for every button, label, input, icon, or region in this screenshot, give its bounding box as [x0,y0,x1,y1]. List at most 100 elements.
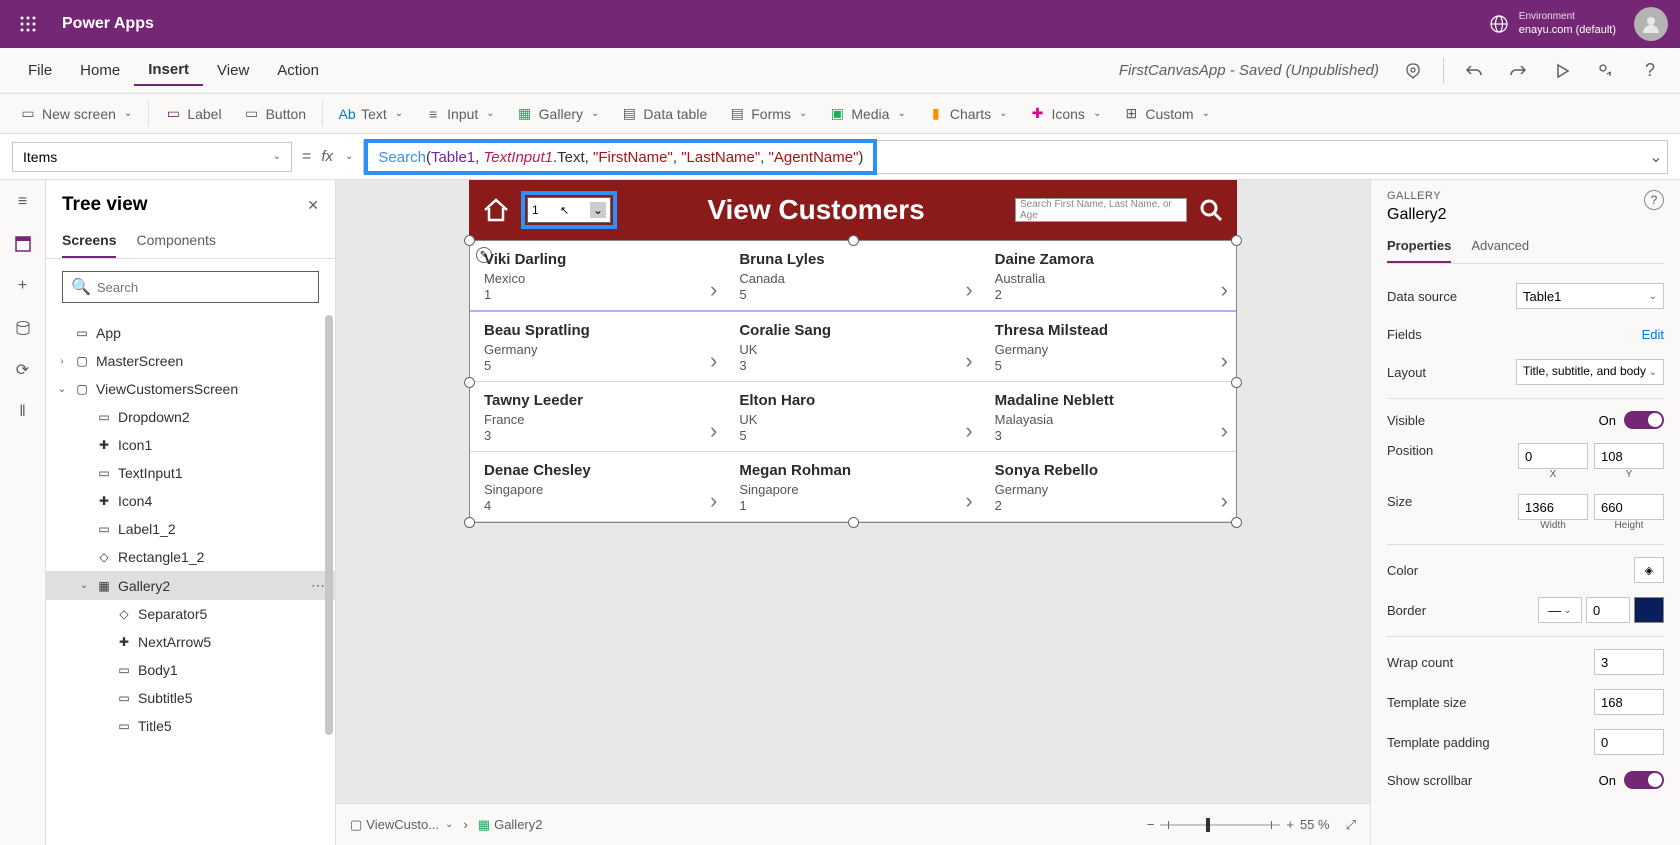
charts-button[interactable]: ▮Charts⌄ [918,102,1018,126]
scrollbar-toggle[interactable] [1624,771,1664,789]
button-button[interactable]: ▭Button [234,102,316,126]
tree-item[interactable]: ✚NextArrow5⋯ [46,628,335,656]
media-icon[interactable]: ⟳ [11,358,35,382]
tree-view-icon[interactable] [11,232,35,256]
datatable-button[interactable]: ▤Data table [611,102,717,126]
chevron-right-icon[interactable]: › [1221,348,1228,374]
tab-advanced[interactable]: Advanced [1471,234,1529,263]
tab-properties[interactable]: Properties [1387,234,1451,263]
gallery-item[interactable]: Beau SpratlingGermany5› [470,312,725,381]
gallery-item[interactable]: Thresa MilsteadGermany5› [981,312,1236,381]
hamburger-icon[interactable]: ≡ [11,190,35,214]
layout-input[interactable]: Title, subtitle, and body⌄ [1516,359,1664,385]
custom-button[interactable]: ⊞Custom⌄ [1113,102,1220,126]
gallery-item[interactable]: Daine ZamoraAustralia2› [981,241,1236,310]
gallery-item[interactable]: Sonya RebelloGermany2› [981,452,1236,521]
media-button[interactable]: ▣Media⌄ [819,102,916,126]
home-icon[interactable] [481,195,511,225]
app-checker-icon[interactable] [1397,55,1429,87]
gallery-item[interactable]: Megan RohmanSingapore1› [725,452,980,521]
templatesize-input[interactable]: 168 [1594,689,1664,715]
tree-search[interactable]: 🔍 [62,271,319,303]
tree-search-input[interactable] [97,280,310,295]
chevron-right-icon[interactable]: › [965,348,972,374]
templatepadding-input[interactable]: 0 [1594,729,1664,755]
close-icon[interactable]: ✕ [307,197,319,214]
tree-item[interactable]: ✚Icon1⋯ [46,431,335,459]
border-width-input[interactable]: 0 [1586,597,1630,623]
text-button[interactable]: AbText⌄ [329,102,413,126]
input-button[interactable]: ≡Input⌄ [415,102,505,126]
border-color-swatch[interactable] [1634,597,1664,623]
fields-edit-link[interactable]: Edit [1642,327,1664,342]
chevron-right-icon[interactable]: › [710,488,717,514]
icons-button[interactable]: ✚Icons⌄ [1019,102,1111,126]
fit-icon[interactable]: ⤢ [1346,817,1356,833]
redo-icon[interactable] [1502,55,1534,87]
gallery-item[interactable]: Madaline NeblettMalayasia3› [981,382,1236,451]
undo-icon[interactable] [1458,55,1490,87]
tree-item[interactable]: ▭App⋯ [46,319,335,347]
waffle-icon[interactable] [12,8,44,40]
gallery-item[interactable]: Viki DarlingMexico1› [470,241,725,310]
search-icon[interactable] [1197,196,1225,224]
tree-item[interactable]: ›▢MasterScreen⋯ [46,347,335,375]
label-button[interactable]: ▭Label [155,102,231,126]
tools-icon[interactable]: ‖ [11,400,35,424]
tree-item[interactable]: ⌄▦Gallery2⋯ [46,571,335,600]
help-icon[interactable]: ? [1644,190,1664,210]
scrollbar[interactable] [325,315,333,735]
help-icon[interactable]: ? [1634,55,1666,87]
tree-item[interactable]: ▭Body1⋯ [46,656,335,684]
chevron-right-icon[interactable]: › [965,488,972,514]
wrapcount-input[interactable]: 3 [1594,649,1664,675]
environment-picker[interactable]: Environment enayu.com (default) [1489,10,1616,37]
gallery-item[interactable]: Coralie SangUK3› [725,312,980,381]
zoom-slider[interactable] [1160,824,1280,826]
width-input[interactable]: 1366 [1518,494,1588,520]
data-icon[interactable] [11,316,35,340]
search-textbox[interactable]: Search First Name, Last Name, or Age [1015,198,1187,222]
gallery-item[interactable]: Tawny LeederFrance3› [470,382,725,451]
breadcrumb-control[interactable]: ▦Gallery2 [478,817,543,833]
add-icon[interactable]: + [11,274,35,298]
property-selector[interactable]: Items⌄ [12,142,292,172]
chevron-right-icon[interactable]: › [1221,418,1228,444]
zoom-out-icon[interactable]: − [1147,817,1155,832]
y-input[interactable]: 108 [1594,443,1664,469]
canvas-frame[interactable]: 1 ⌄ ↖ View Customers Search First Name, … [469,180,1237,523]
dropdown-control[interactable]: 1 ⌄ ↖ [527,197,611,223]
gallery-item[interactable]: Denae ChesleySingapore4› [470,452,725,521]
new-screen-button[interactable]: ▭New screen⌄ [10,102,142,126]
gallery-item[interactable]: Elton HaroUK5› [725,382,980,451]
x-input[interactable]: 0 [1518,443,1588,469]
tree-item[interactable]: ▭Title5⋯ [46,712,335,740]
color-picker[interactable]: ◈ [1634,557,1664,583]
gallery-button[interactable]: ▦Gallery⌄ [507,102,610,126]
formula-input[interactable]: Search(Table1, TextInput1.Text, "FirstNa… [363,140,1668,174]
chevron-right-icon[interactable]: › [1221,488,1228,514]
tree-item[interactable]: ◇Rectangle1_2⋯ [46,543,335,571]
gallery-item[interactable]: Bruna LylesCanada5› [725,241,980,310]
chevron-right-icon[interactable]: › [710,348,717,374]
border-style-input[interactable]: — ⌄ [1538,597,1582,623]
tree-item[interactable]: ⌄▢ViewCustomersScreen⋯ [46,375,335,403]
breadcrumb-screen[interactable]: ▢ViewCusto...⌄ [350,817,453,833]
zoom-in-icon[interactable]: + [1286,817,1294,832]
tree-item[interactable]: ▭TextInput1⋯ [46,459,335,487]
tab-screens[interactable]: Screens [62,228,116,258]
tree-item[interactable]: ▭Dropdown2⋯ [46,403,335,431]
forms-button[interactable]: ▤Forms⌄ [719,102,817,126]
visible-toggle[interactable] [1624,411,1664,429]
formula-expand-icon[interactable]: ⌄ [1645,147,1667,167]
tree-item[interactable]: ▭Label1_2⋯ [46,515,335,543]
chevron-right-icon[interactable]: › [710,277,717,303]
menu-home[interactable]: Home [66,56,134,85]
tree-item[interactable]: ◇Separator5⋯ [46,600,335,628]
chevron-right-icon[interactable]: › [1221,277,1228,303]
tab-components[interactable]: Components [136,228,215,258]
play-icon[interactable] [1546,55,1578,87]
height-input[interactable]: 660 [1594,494,1664,520]
chevron-right-icon[interactable]: › [710,418,717,444]
user-avatar[interactable] [1634,7,1668,41]
